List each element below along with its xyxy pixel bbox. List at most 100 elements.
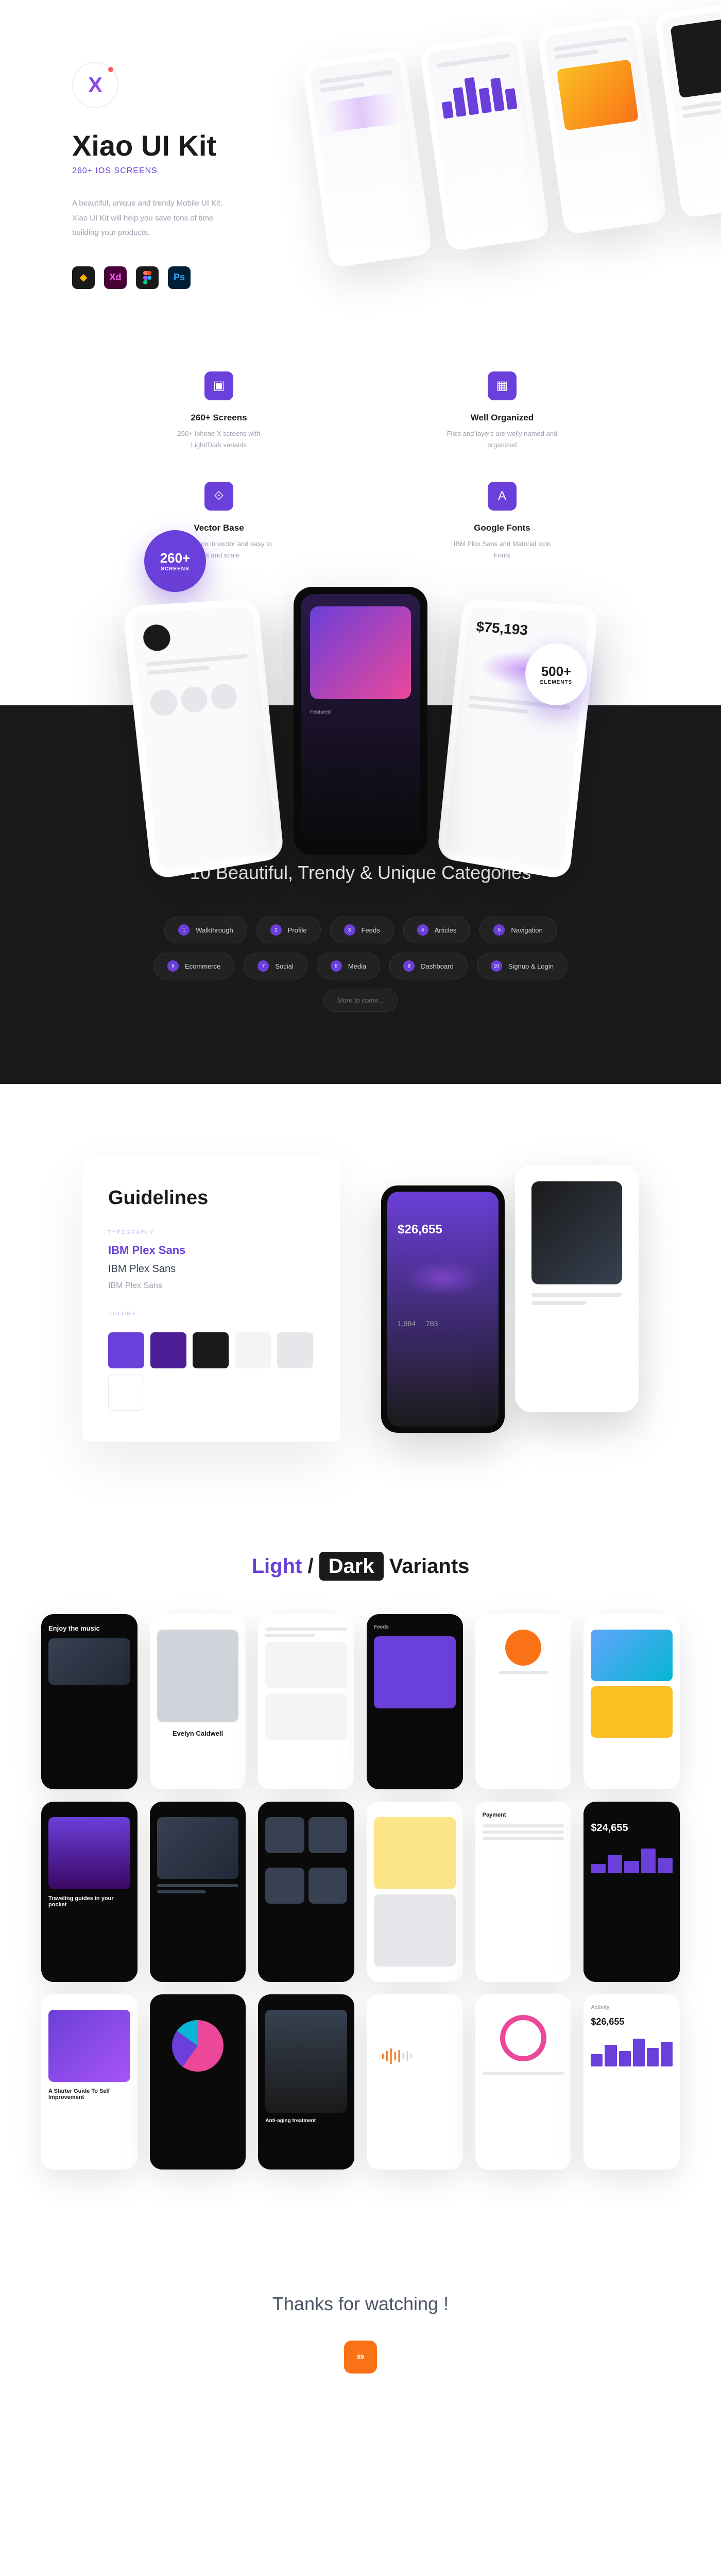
- feature-title: Google Fonts: [386, 523, 618, 533]
- guideline-phone-light: [515, 1165, 639, 1412]
- guidelines-section: Guidelines TYPOGRAPHY IBM Plex Sans IBM …: [0, 1084, 721, 1514]
- variant-card: A Starter Guide To Self Improvement: [41, 1994, 138, 2170]
- category-signup: 10Signup & Login: [477, 953, 568, 979]
- variant-card: Activity$26,655: [583, 1994, 680, 2170]
- figma-icon: [136, 266, 159, 289]
- variants-title: Light / Dark Variants: [41, 1555, 680, 1578]
- feature-vector: ⟐ Vector Base All shapes are in vector a…: [103, 482, 335, 561]
- guideline-phones: $26,6551,984783: [381, 1165, 639, 1433]
- hero-description: A beautiful, unique and trendy Mobile UI…: [72, 196, 237, 241]
- guideline-phone-dark: $26,6551,984783: [381, 1185, 505, 1433]
- badge-label: SCREENS: [161, 566, 189, 572]
- elements-badge: 500+ ELEMENTS: [525, 643, 587, 705]
- variant-card: [258, 1802, 354, 1982]
- feature-desc: Files and layers are welly named and org…: [445, 428, 559, 451]
- logo-dot-icon: [108, 67, 113, 72]
- variant-card: Feeds: [367, 1614, 463, 1789]
- folder-icon: ▦: [488, 371, 517, 400]
- category-profile: 2Profile: [256, 917, 321, 943]
- feature-fonts: A Google Fonts IBM Plex Sans and Materia…: [386, 482, 618, 561]
- variant-card: Anti-aging treatment: [258, 1994, 354, 2170]
- categories-list: 1Walkthrough 2Profile 3Feeds 4Articles 5…: [129, 917, 592, 1012]
- category-dashboard: 9Dashboard: [389, 953, 468, 979]
- phone-center: Featured: [294, 587, 427, 855]
- variant-card: $24,655: [583, 1802, 680, 1982]
- waveform-icon: [374, 2046, 456, 2066]
- font-sample-light: IBM Plex Sans: [108, 1281, 314, 1291]
- variant-card: [367, 1994, 463, 2170]
- variant-card: [583, 1614, 680, 1789]
- feature-title: 260+ Screens: [103, 413, 335, 423]
- phone-amount: $26,655: [398, 1223, 488, 1237]
- phone-amount: $75,193: [475, 619, 579, 642]
- phone-right: $75,193: [437, 598, 598, 880]
- category-articles: 4Articles: [403, 917, 471, 943]
- variant-card: [475, 1994, 572, 2170]
- feature-organized: ▦ Well Organized Files and layers are we…: [386, 371, 618, 451]
- variant-card: Enjoy the music: [41, 1614, 138, 1789]
- color-swatches: [108, 1332, 314, 1411]
- hero-phone-1: [302, 49, 433, 268]
- feature-desc: 260+ Iphone X screens with Light/Dark va…: [162, 428, 276, 451]
- swatch-light-gray: [235, 1332, 271, 1368]
- variant-card: [475, 1614, 572, 1789]
- font-sample-bold: IBM Plex Sans: [108, 1244, 314, 1257]
- variant-card: [150, 1994, 246, 2170]
- hero-phone-3: [537, 16, 667, 235]
- xd-icon: Xd: [104, 266, 127, 289]
- variant-card: Evelyn Caldwell: [150, 1614, 246, 1789]
- dark-section: 260+ SCREENS Featured $75,193 500+ ELEME…: [0, 705, 721, 1084]
- category-navigation: 5Navigation: [479, 917, 556, 943]
- variant-card: [258, 1614, 354, 1789]
- swatch-purple: [108, 1332, 144, 1368]
- colors-label: COLORS: [108, 1311, 314, 1317]
- font-sample-regular: IBM Plex Sans: [108, 1263, 314, 1275]
- badge-number: 260+: [160, 550, 191, 566]
- font-icon: A: [488, 482, 517, 511]
- three-phone-mockups: 260+ SCREENS Featured $75,193 500+ ELEME…: [0, 602, 721, 819]
- variant-grid: Enjoy the music Evelyn Caldwell Feeds Tr…: [41, 1614, 680, 2170]
- logo-x-icon: X: [88, 73, 102, 97]
- variant-card: Traveling guides in your pocket: [41, 1802, 138, 1982]
- variant-card: [150, 1802, 246, 1982]
- sketch-icon: ◆: [72, 266, 95, 289]
- hero-phone-4: [654, 0, 721, 218]
- phone-left: [123, 598, 284, 880]
- feature-desc: IBM Plex Sans and Material Icon Fonts: [445, 538, 559, 561]
- badge-number: 500+: [541, 664, 572, 680]
- guidelines-heading: Guidelines: [108, 1187, 314, 1209]
- hero-phone-2: [419, 33, 550, 251]
- category-social: 7Social: [244, 953, 307, 979]
- features-grid: ▣ 260+ Screens 260+ Iphone X screens wit…: [0, 330, 721, 602]
- layers-icon: ▣: [204, 371, 233, 400]
- variant-card: [367, 1802, 463, 1982]
- hero-phone-mockups: [302, 0, 721, 268]
- category-ecommerce: 6Ecommerce: [153, 953, 234, 979]
- variant-card: Payment: [475, 1802, 572, 1982]
- logo-badge: X: [72, 62, 118, 108]
- screens-badge: 260+ SCREENS: [144, 530, 206, 592]
- category-feeds: 3Feeds: [330, 917, 394, 943]
- feature-title: Vector Base: [103, 523, 335, 533]
- feature-screens: ▣ 260+ Screens 260+ Iphone X screens wit…: [103, 371, 335, 451]
- swatch-gray: [277, 1332, 313, 1368]
- category-walkthrough: 1Walkthrough: [164, 917, 247, 943]
- typography-label: TYPOGRAPHY: [108, 1230, 314, 1235]
- light-word: Light: [252, 1555, 302, 1578]
- badge-label: ELEMENTS: [540, 680, 572, 685]
- vector-icon: ⟐: [204, 482, 233, 511]
- footer-badge-icon: 89: [344, 2341, 377, 2374]
- category-more: More to come...: [323, 989, 398, 1012]
- tool-icons-row: ◆ Xd Ps: [72, 266, 649, 289]
- guidelines-card: Guidelines TYPOGRAPHY IBM Plex Sans IBM …: [82, 1156, 340, 1442]
- swatch-white: [108, 1375, 144, 1411]
- swatch-black: [193, 1332, 229, 1368]
- categories-title: 10 Beautiful, Trendy & Unique Categories: [0, 860, 721, 886]
- hero-section: X Xiao UI Kit 260+ IOS SCREENS A beautif…: [0, 0, 721, 330]
- swatch-deep-purple: [150, 1332, 186, 1368]
- figma-svg-icon: [143, 271, 152, 284]
- footer: Thanks for watching ! 89: [0, 2242, 721, 2446]
- category-media: 8Media: [317, 953, 380, 979]
- variants-section: Light / Dark Variants Enjoy the music Ev…: [0, 1514, 721, 2242]
- thanks-message: Thanks for watching !: [0, 2293, 721, 2315]
